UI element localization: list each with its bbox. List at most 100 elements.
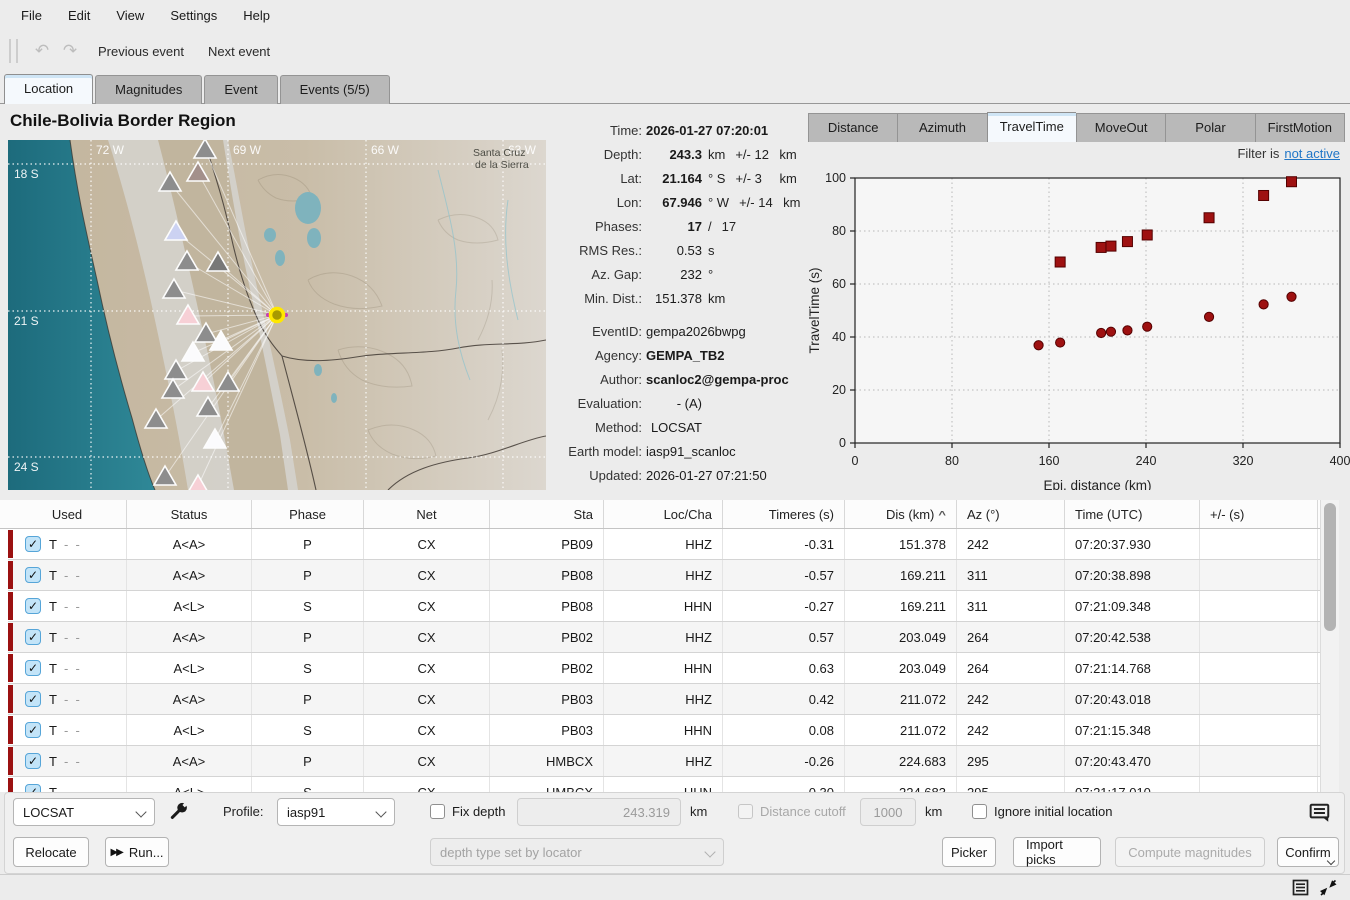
locator-settings-wrench-icon[interactable] — [168, 801, 190, 825]
used-checkbox[interactable]: ✓ — [25, 536, 41, 552]
ignore-initial-location-label: Ignore initial location — [994, 804, 1113, 819]
column-header-timeres-s[interactable]: Timeres (s) — [723, 500, 845, 528]
epicenter-icon[interactable] — [271, 309, 284, 322]
used-checkbox[interactable]: ✓ — [25, 567, 41, 583]
checkbox-box[interactable] — [430, 804, 445, 819]
import-picks-button[interactable]: Import picks — [1013, 837, 1101, 867]
table-row[interactable]: ✓T- -A<A>PCXPB03HHZ0.42211.07224207:20:4… — [8, 684, 1320, 715]
checkbox-box[interactable] — [738, 804, 753, 819]
menu-view[interactable]: View — [105, 4, 155, 27]
next-event-button[interactable]: Next event — [198, 39, 280, 64]
column-header-sta[interactable]: Sta — [490, 500, 604, 528]
data-point-S[interactable] — [1287, 177, 1297, 187]
data-point-P[interactable] — [1123, 326, 1132, 335]
arrivals-table[interactable]: UsedStatusPhaseNetStaLoc/ChaTimeres (s)D… — [0, 500, 1320, 792]
table-row[interactable]: ✓T- -A<A>PCXPB08HHZ-0.57169.21131107:20:… — [8, 560, 1320, 591]
column-header-status[interactable]: Status — [127, 500, 252, 528]
cell-timeres: 0.57 — [723, 622, 845, 652]
column-header-net[interactable]: Net — [364, 500, 490, 528]
cell-phase: P — [252, 746, 364, 776]
data-point-S[interactable] — [1055, 257, 1065, 267]
used-checkbox[interactable]: ✓ — [25, 629, 41, 645]
data-point-P[interactable] — [1259, 300, 1268, 309]
used-checkbox[interactable]: ✓ — [25, 691, 41, 707]
data-point-P[interactable] — [1204, 312, 1213, 321]
tab-traveltime[interactable]: TravelTime — [987, 112, 1076, 142]
data-point-S[interactable] — [1142, 230, 1152, 240]
traveltime-plot[interactable]: 080160240320400020406080100Epi. distance… — [805, 170, 1350, 490]
previous-event-button[interactable]: Previous event — [88, 39, 194, 64]
data-point-P[interactable] — [1287, 292, 1296, 301]
cell-cha: HHN — [604, 777, 723, 792]
table-row[interactable]: ✓T- -A<L>SCXHMBCXHHN-0.30224.68329507:21… — [8, 777, 1320, 792]
map[interactable]: 72 W69 W66 W63 W18 S21 S24 S Santa Cruz … — [8, 140, 546, 490]
tab-polar[interactable]: Polar — [1165, 113, 1254, 142]
tab-azimuth[interactable]: Azimuth — [897, 113, 986, 142]
toolbar-drag-handle[interactable] — [9, 39, 18, 63]
used-checkbox[interactable]: ✓ — [25, 660, 41, 676]
data-point-P[interactable] — [1034, 341, 1043, 350]
picker-button[interactable]: Picker — [942, 837, 996, 867]
tab-location[interactable]: Location — [4, 74, 93, 104]
filter-not-active-link[interactable]: not active — [1284, 146, 1340, 161]
connection-status-icon[interactable] — [1319, 879, 1338, 897]
depth-type-select[interactable]: depth type set by locator — [430, 838, 724, 866]
run-button[interactable]: ▶▶ Run... — [105, 837, 169, 867]
data-point-P[interactable] — [1097, 328, 1106, 337]
column-header-az[interactable]: Az (°) — [957, 500, 1065, 528]
confirm-button[interactable]: Confirm — [1277, 837, 1339, 867]
menu-file[interactable]: File — [10, 4, 53, 27]
data-point-S[interactable] — [1259, 190, 1269, 200]
menu-settings[interactable]: Settings — [159, 4, 228, 27]
menu-help[interactable]: Help — [232, 4, 281, 27]
distance-cutoff-checkbox[interactable]: Distance cutoff — [738, 804, 846, 819]
column-header-phase[interactable]: Phase — [252, 500, 364, 528]
menu-edit[interactable]: Edit — [57, 4, 101, 27]
checkbox-box[interactable] — [972, 804, 987, 819]
redo-icon[interactable]: ↷ — [56, 41, 84, 61]
used-checkbox[interactable]: ✓ — [25, 722, 41, 738]
table-row[interactable]: ✓T- -A<A>PCXPB02HHZ0.57203.04926407:20:4… — [8, 622, 1320, 653]
log-console-icon[interactable] — [1292, 879, 1309, 896]
locator-select[interactable]: LOCSAT — [13, 798, 155, 826]
ignore-initial-location-checkbox[interactable]: Ignore initial location — [972, 804, 1113, 819]
table-row[interactable]: ✓T- -A<L>SCXPB02HHN0.63203.04926407:21:1… — [8, 653, 1320, 684]
column-header-loc-cha[interactable]: Loc/Cha — [604, 500, 723, 528]
used-checkbox[interactable]: ✓ — [25, 753, 41, 769]
table-row[interactable]: ✓T- -A<L>SCXPB03HHN0.08211.07224207:21:1… — [8, 715, 1320, 746]
comment-icon[interactable] — [1309, 802, 1331, 824]
column-header-dis-km[interactable]: Dis (km)^ — [845, 500, 957, 528]
fix-depth-input[interactable]: 243.319 — [517, 798, 681, 826]
tab-event[interactable]: Event — [204, 75, 277, 104]
column-header-used[interactable]: Used — [8, 500, 127, 528]
tab-events-5-5[interactable]: Events (5/5) — [280, 75, 390, 104]
table-row[interactable]: ✓T- -A<L>SCXPB08HHN-0.27169.21131107:21:… — [8, 591, 1320, 622]
data-point-S[interactable] — [1106, 241, 1116, 251]
used-checkbox[interactable]: ✓ — [25, 598, 41, 614]
cell-cha: HHN — [604, 591, 723, 621]
data-point-P[interactable] — [1106, 327, 1115, 336]
column-header-s[interactable]: +/- (s) — [1200, 500, 1318, 528]
origin-lat-unit: ° S — [708, 171, 725, 186]
data-point-S[interactable] — [1096, 242, 1106, 252]
used-checkbox[interactable]: ✓ — [25, 784, 41, 792]
column-header-time-utc[interactable]: Time (UTC) — [1065, 500, 1200, 528]
data-point-S[interactable] — [1122, 237, 1132, 247]
distance-cutoff-input[interactable]: 1000 — [860, 798, 916, 826]
data-point-P[interactable] — [1056, 338, 1065, 347]
data-point-P[interactable] — [1143, 322, 1152, 331]
undo-icon[interactable]: ↶ — [28, 41, 56, 61]
compute-magnitudes-button[interactable]: Compute magnitudes — [1115, 837, 1265, 867]
table-row[interactable]: ✓T- -A<A>PCXHMBCXHHZ-0.26224.68329507:20… — [8, 746, 1320, 777]
table-scrollbar-thumb[interactable] — [1324, 503, 1336, 631]
tab-magnitudes[interactable]: Magnitudes — [95, 75, 202, 104]
relocate-button[interactable]: Relocate — [13, 837, 89, 867]
tab-firstmotion[interactable]: FirstMotion — [1255, 113, 1345, 142]
data-point-S[interactable] — [1204, 213, 1214, 223]
tab-distance[interactable]: Distance — [808, 113, 897, 142]
table-row[interactable]: ✓T- -A<A>PCXPB09HHZ-0.31151.37824207:20:… — [8, 529, 1320, 560]
fix-depth-checkbox[interactable]: Fix depth — [430, 804, 505, 819]
table-scrollbar[interactable] — [1320, 500, 1339, 792]
profile-select[interactable]: iasp91 — [277, 798, 395, 826]
tab-moveout[interactable]: MoveOut — [1076, 113, 1165, 142]
